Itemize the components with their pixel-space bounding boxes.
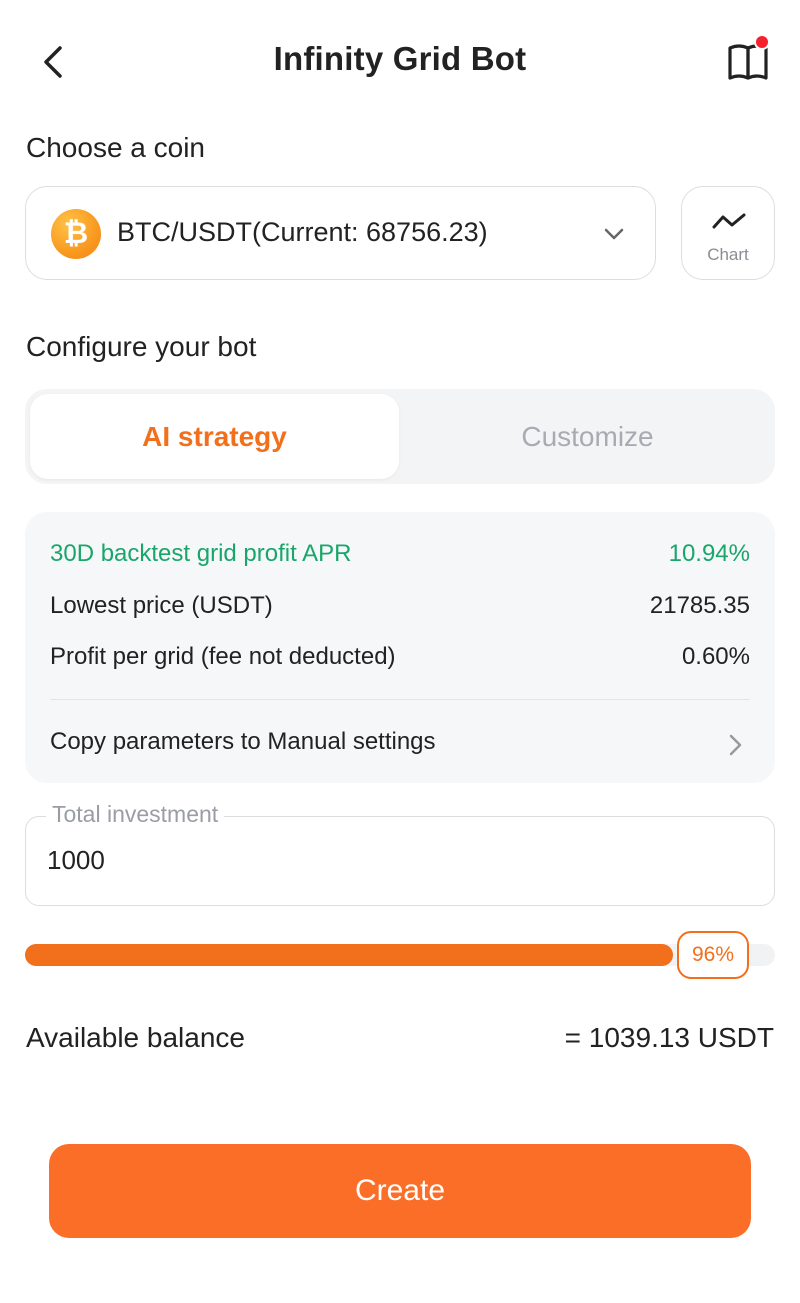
apr-label: 30D backtest grid profit APR <box>50 540 352 567</box>
line-chart-icon <box>712 213 746 229</box>
coin-selector[interactable]: ₿ BTC/USDT(Current: 68756.23) <box>25 186 656 280</box>
chevron-right-icon <box>729 734 742 756</box>
page-title: Infinity Grid Bot <box>273 40 527 77</box>
slider-thumb[interactable]: 96% <box>677 931 749 979</box>
divider <box>50 699 750 700</box>
balance-row: Available balance = 1039.13 USDT <box>26 1022 774 1054</box>
copy-parameters-link[interactable]: Copy parameters to Manual settings <box>50 728 750 760</box>
apr-row: 30D backtest grid profit APR 10.94% <box>50 540 750 568</box>
lowest-price-row: Lowest price (USDT) 21785.35 <box>50 592 750 620</box>
chart-button[interactable]: Chart <box>681 186 775 280</box>
profit-per-grid-label: Profit per grid (fee not deducted) <box>50 643 396 670</box>
notification-dot <box>754 34 770 50</box>
bitcoin-icon: ₿ <box>51 209 101 259</box>
investment-input[interactable] <box>47 845 647 876</box>
balance-label: Available balance <box>26 1022 245 1053</box>
strategy-tabs: AI strategy Customize <box>25 389 775 484</box>
configure-bot-label: Configure your bot <box>26 331 257 362</box>
lowest-price-value: 21785.35 <box>649 592 750 619</box>
chevron-down-icon <box>604 228 624 240</box>
choose-coin-label: Choose a coin <box>26 132 206 163</box>
tab-customize[interactable]: Customize <box>405 394 770 479</box>
slider-fill <box>25 944 673 966</box>
investment-field[interactable]: Total investment <box>25 801 775 906</box>
balance-value: = 1039.13 USDT <box>564 1022 774 1053</box>
strategy-info-card: 30D backtest grid profit APR 10.94% Lowe… <box>25 512 775 783</box>
header: Infinity Grid Bot <box>0 0 800 124</box>
lowest-price-label: Lowest price (USDT) <box>50 592 273 619</box>
apr-value: 10.94% <box>668 540 750 567</box>
create-button[interactable]: Create <box>49 1144 751 1238</box>
profit-per-grid-row: Profit per grid (fee not deducted) 0.60% <box>50 643 750 671</box>
copy-parameters-label: Copy parameters to Manual settings <box>50 728 436 755</box>
tab-ai-strategy[interactable]: AI strategy <box>30 394 399 479</box>
investment-label: Total investment <box>46 801 225 828</box>
profit-per-grid-value: 0.60% <box>681 643 750 670</box>
selected-pair-text: BTC/USDT(Current: 68756.23) <box>117 217 488 247</box>
chart-button-label: Chart <box>707 245 749 264</box>
investment-slider[interactable] <box>25 944 775 966</box>
